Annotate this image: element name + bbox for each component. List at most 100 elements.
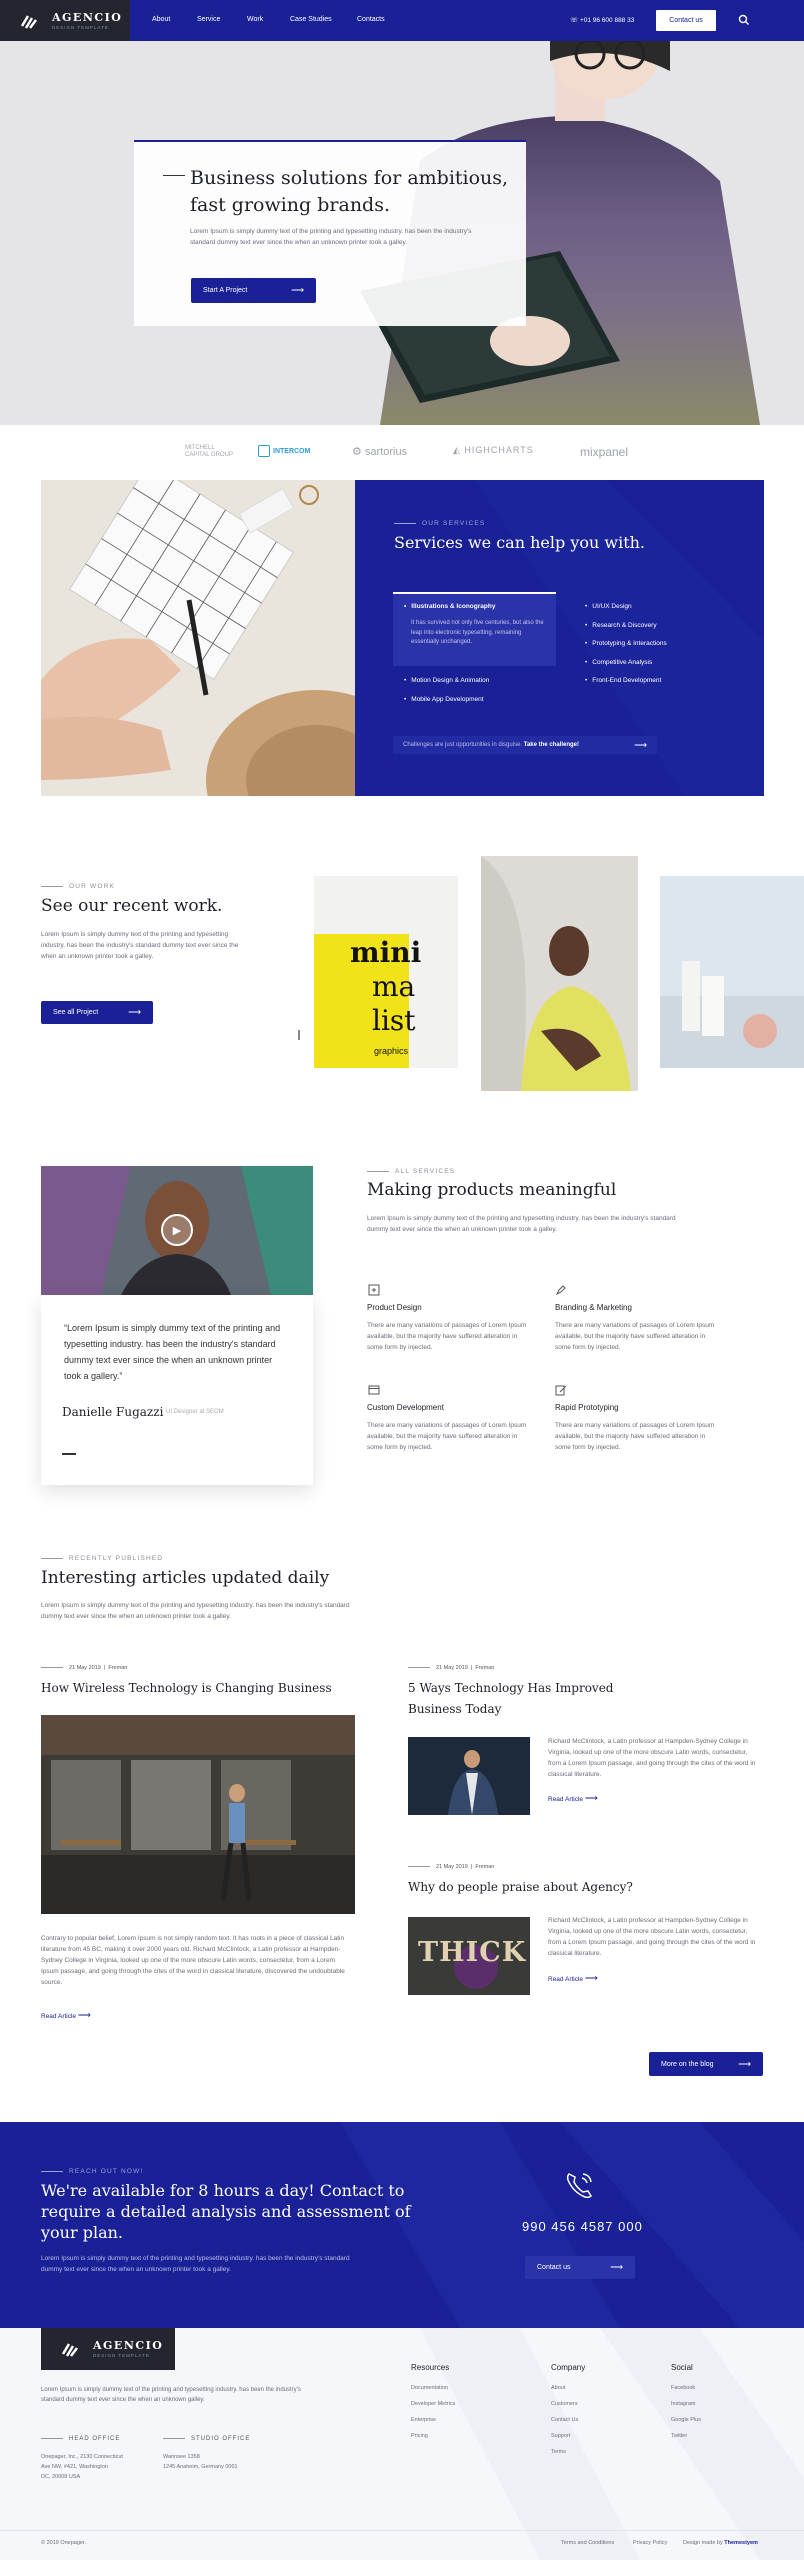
cta-eyebrow: REACH OUT NOW! (41, 2168, 143, 2175)
design-credit-link[interactable]: Themestyem (724, 2540, 758, 2546)
eyebrow-rule (41, 1557, 63, 1559)
service-frontend[interactable]: Front-End Development (585, 677, 661, 684)
footer-link-developer-metrics[interactable]: Developer Metrics (411, 2401, 455, 2407)
read-article-link-2[interactable]: Read Article ⟶ (548, 1793, 598, 1804)
testimonial-dot-active[interactable] (62, 1453, 76, 1455)
article-title-main[interactable]: How Wireless Technology is Changing Busi… (41, 1678, 355, 1699)
service-uiux[interactable]: UI/UX Design (585, 603, 631, 610)
poster-word-2: ma (372, 970, 416, 1003)
arrow-right-icon: ⟶ (584, 1973, 598, 1983)
product-design-desc: There are many variations of passages of… (367, 1322, 527, 1351)
article-image-3[interactable]: THICK (408, 1917, 530, 1995)
nav-about[interactable]: About (152, 16, 170, 23)
footer-link-support[interactable]: Support (551, 2433, 570, 2439)
testimonial-author: Danielle Fugazzi (62, 1405, 164, 1419)
start-project-label: Start A Project (203, 287, 248, 294)
services-eyebrow: OUR SERVICES (394, 520, 485, 527)
service-research[interactable]: Research & Discovery (585, 622, 656, 629)
challenge-link[interactable]: Take the challenge! (524, 742, 579, 748)
article-author[interactable]: Freman (475, 1864, 494, 1870)
address-line: 1245 Anaheim, Germany 0001 (163, 2464, 238, 2470)
contact-us-button[interactable]: Contact us (656, 10, 716, 31)
arrow-right-icon: ⟶ (77, 2010, 91, 2020)
logo-sartorius: ⚙ sartorius (352, 446, 408, 458)
article-excerpt-main: Contrary to popular belief, Lorem Ipsum … (41, 1935, 345, 1986)
phone-number[interactable]: ☏ +01 96 600 888 33 (570, 16, 634, 24)
studio-office-label-text: STUDIO OFFICE (191, 2436, 251, 2442)
footer-link-enterprise[interactable]: Enterprise (411, 2417, 436, 2423)
play-icon[interactable]: ▶ (161, 1214, 193, 1246)
see-all-projects-button[interactable]: See all Project ⟶ (41, 1001, 153, 1024)
footer-link-about[interactable]: About (551, 2385, 565, 2391)
copyright: © 2019 Onepager. (41, 2540, 87, 2546)
footer-link-pricing[interactable]: Pricing (411, 2433, 428, 2439)
read-article-label: Read Article (548, 1796, 584, 1803)
article-author[interactable]: Freman (475, 1665, 494, 1671)
footer-link-google-plus[interactable]: Google Plus (671, 2417, 701, 2423)
intercom-icon (258, 445, 270, 457)
cta-contact-button[interactable]: Contact us ⟶ (525, 2256, 635, 2279)
footer-brand-tagline: DESIGN TEMPLATE (93, 2353, 150, 2358)
cta-contact-label: Contact us (537, 2264, 571, 2271)
service-competitive[interactable]: Competitive Analysis (585, 659, 652, 666)
footer-link-contact[interactable]: Contact Us (551, 2417, 578, 2423)
read-article-link-3[interactable]: Read Article ⟶ (548, 1973, 598, 1984)
challenge-text: Challenges are just opportunities in dis… (403, 742, 523, 748)
article-meta: 21 May 2019 | Freman (408, 1864, 494, 1870)
nav-work[interactable]: Work (247, 16, 263, 23)
footer-link-facebook[interactable]: Facebook (671, 2385, 695, 2391)
read-article-link-main[interactable]: Read Article ⟶ (41, 2010, 91, 2021)
article-3-image-word: THICK (418, 1937, 527, 1968)
service-motion-design[interactable]: Motion Design & Animation (404, 677, 489, 684)
service-illustrations[interactable]: Illustrations & Iconography (404, 603, 495, 610)
nav-contacts[interactable]: Contacts (357, 16, 385, 23)
service-mobile-app[interactable]: Mobile App Development (404, 696, 483, 703)
article-date: 21 May 2019 (436, 1665, 468, 1671)
service-prototyping[interactable]: Prototyping & Interactions (585, 640, 666, 647)
arrow-right-icon: ⟶ (610, 2262, 623, 2272)
eyebrow-rule (367, 1170, 389, 1172)
poster-word-3: list (372, 1004, 416, 1037)
footer-privacy-link[interactable]: Privacy Policy (633, 2540, 667, 2546)
hero-card-accent (134, 140, 526, 142)
articles-eyebrow: RECENTLY PUBLISHED (41, 1555, 163, 1562)
logo-intercom-text: INTERCOM (273, 447, 311, 455)
more-on-blog-button[interactable]: More on the blog ⟶ (649, 2052, 763, 2076)
article-title-3[interactable]: Why do people praise about Agency? (408, 1877, 658, 1898)
footer-link-customers[interactable]: Customers (551, 2401, 578, 2407)
phone-icon (566, 2173, 592, 2199)
challenge-bar[interactable]: Challenges are just opportunities in dis… (393, 736, 657, 754)
footer-link-documentation[interactable]: Documentation (411, 2385, 448, 2391)
work-title: See our recent work. (41, 896, 223, 916)
work-item-vases[interactable] (660, 876, 804, 1068)
testimonial-quote: “Lorem Ipsum is simply dummy text of the… (64, 1323, 281, 1381)
work-item-minimalist-poster[interactable]: mini ma list graphics (314, 876, 458, 1068)
footer-link-terms[interactable]: Terms (551, 2449, 566, 2455)
testimonial-video-thumbnail[interactable]: ▶ (41, 1166, 313, 1295)
hero-title: Business solutions for ambitious, fast g… (190, 167, 509, 216)
nav-case-studies[interactable]: Case Studies (290, 16, 332, 23)
article-image-2[interactable] (408, 1737, 530, 1815)
rapid-proto-title: Rapid Prototyping (555, 1403, 619, 1412)
start-project-button[interactable]: Start A Project ⟶ (191, 278, 316, 303)
footer-link-instagram[interactable]: Instagram (671, 2401, 695, 2407)
work-eyebrow: OUR WORK (41, 883, 115, 890)
article-author[interactable]: Freman (108, 1665, 127, 1671)
work-description: Lorem Ipsum is simply dummy text of the … (41, 931, 239, 960)
brand-name: AGENCIO (52, 11, 123, 24)
footer-terms-link[interactable]: Terms and Conditions (561, 2540, 614, 2546)
nav-service[interactable]: Service (197, 16, 220, 23)
footer-logo[interactable]: AGENCIO DESIGN TEMPLATE (41, 2328, 175, 2370)
article-image-main[interactable] (41, 1715, 355, 1914)
footer-link-twitter[interactable]: Twitter (671, 2433, 687, 2439)
footer-brand-name: AGENCIO (93, 2339, 164, 2352)
rapid-proto-desc: There are many variations of passages of… (555, 1422, 715, 1451)
testimonial-role: UI Designer at SEOM (166, 1409, 224, 1415)
logo-highcharts: ◭ HIGHCHARTS (453, 445, 534, 455)
article-title-2[interactable]: 5 Ways Technology Has Improved Business … (408, 1678, 638, 1720)
cta-phone-number[interactable]: 990 456 4587 000 (522, 2219, 643, 2234)
hero-description: Lorem Ipsum is simply dummy text of the … (190, 228, 472, 246)
work-item-portrait[interactable] (481, 856, 638, 1091)
logo-sartorius-text: sartorius (364, 446, 408, 458)
search-icon[interactable] (738, 14, 750, 26)
